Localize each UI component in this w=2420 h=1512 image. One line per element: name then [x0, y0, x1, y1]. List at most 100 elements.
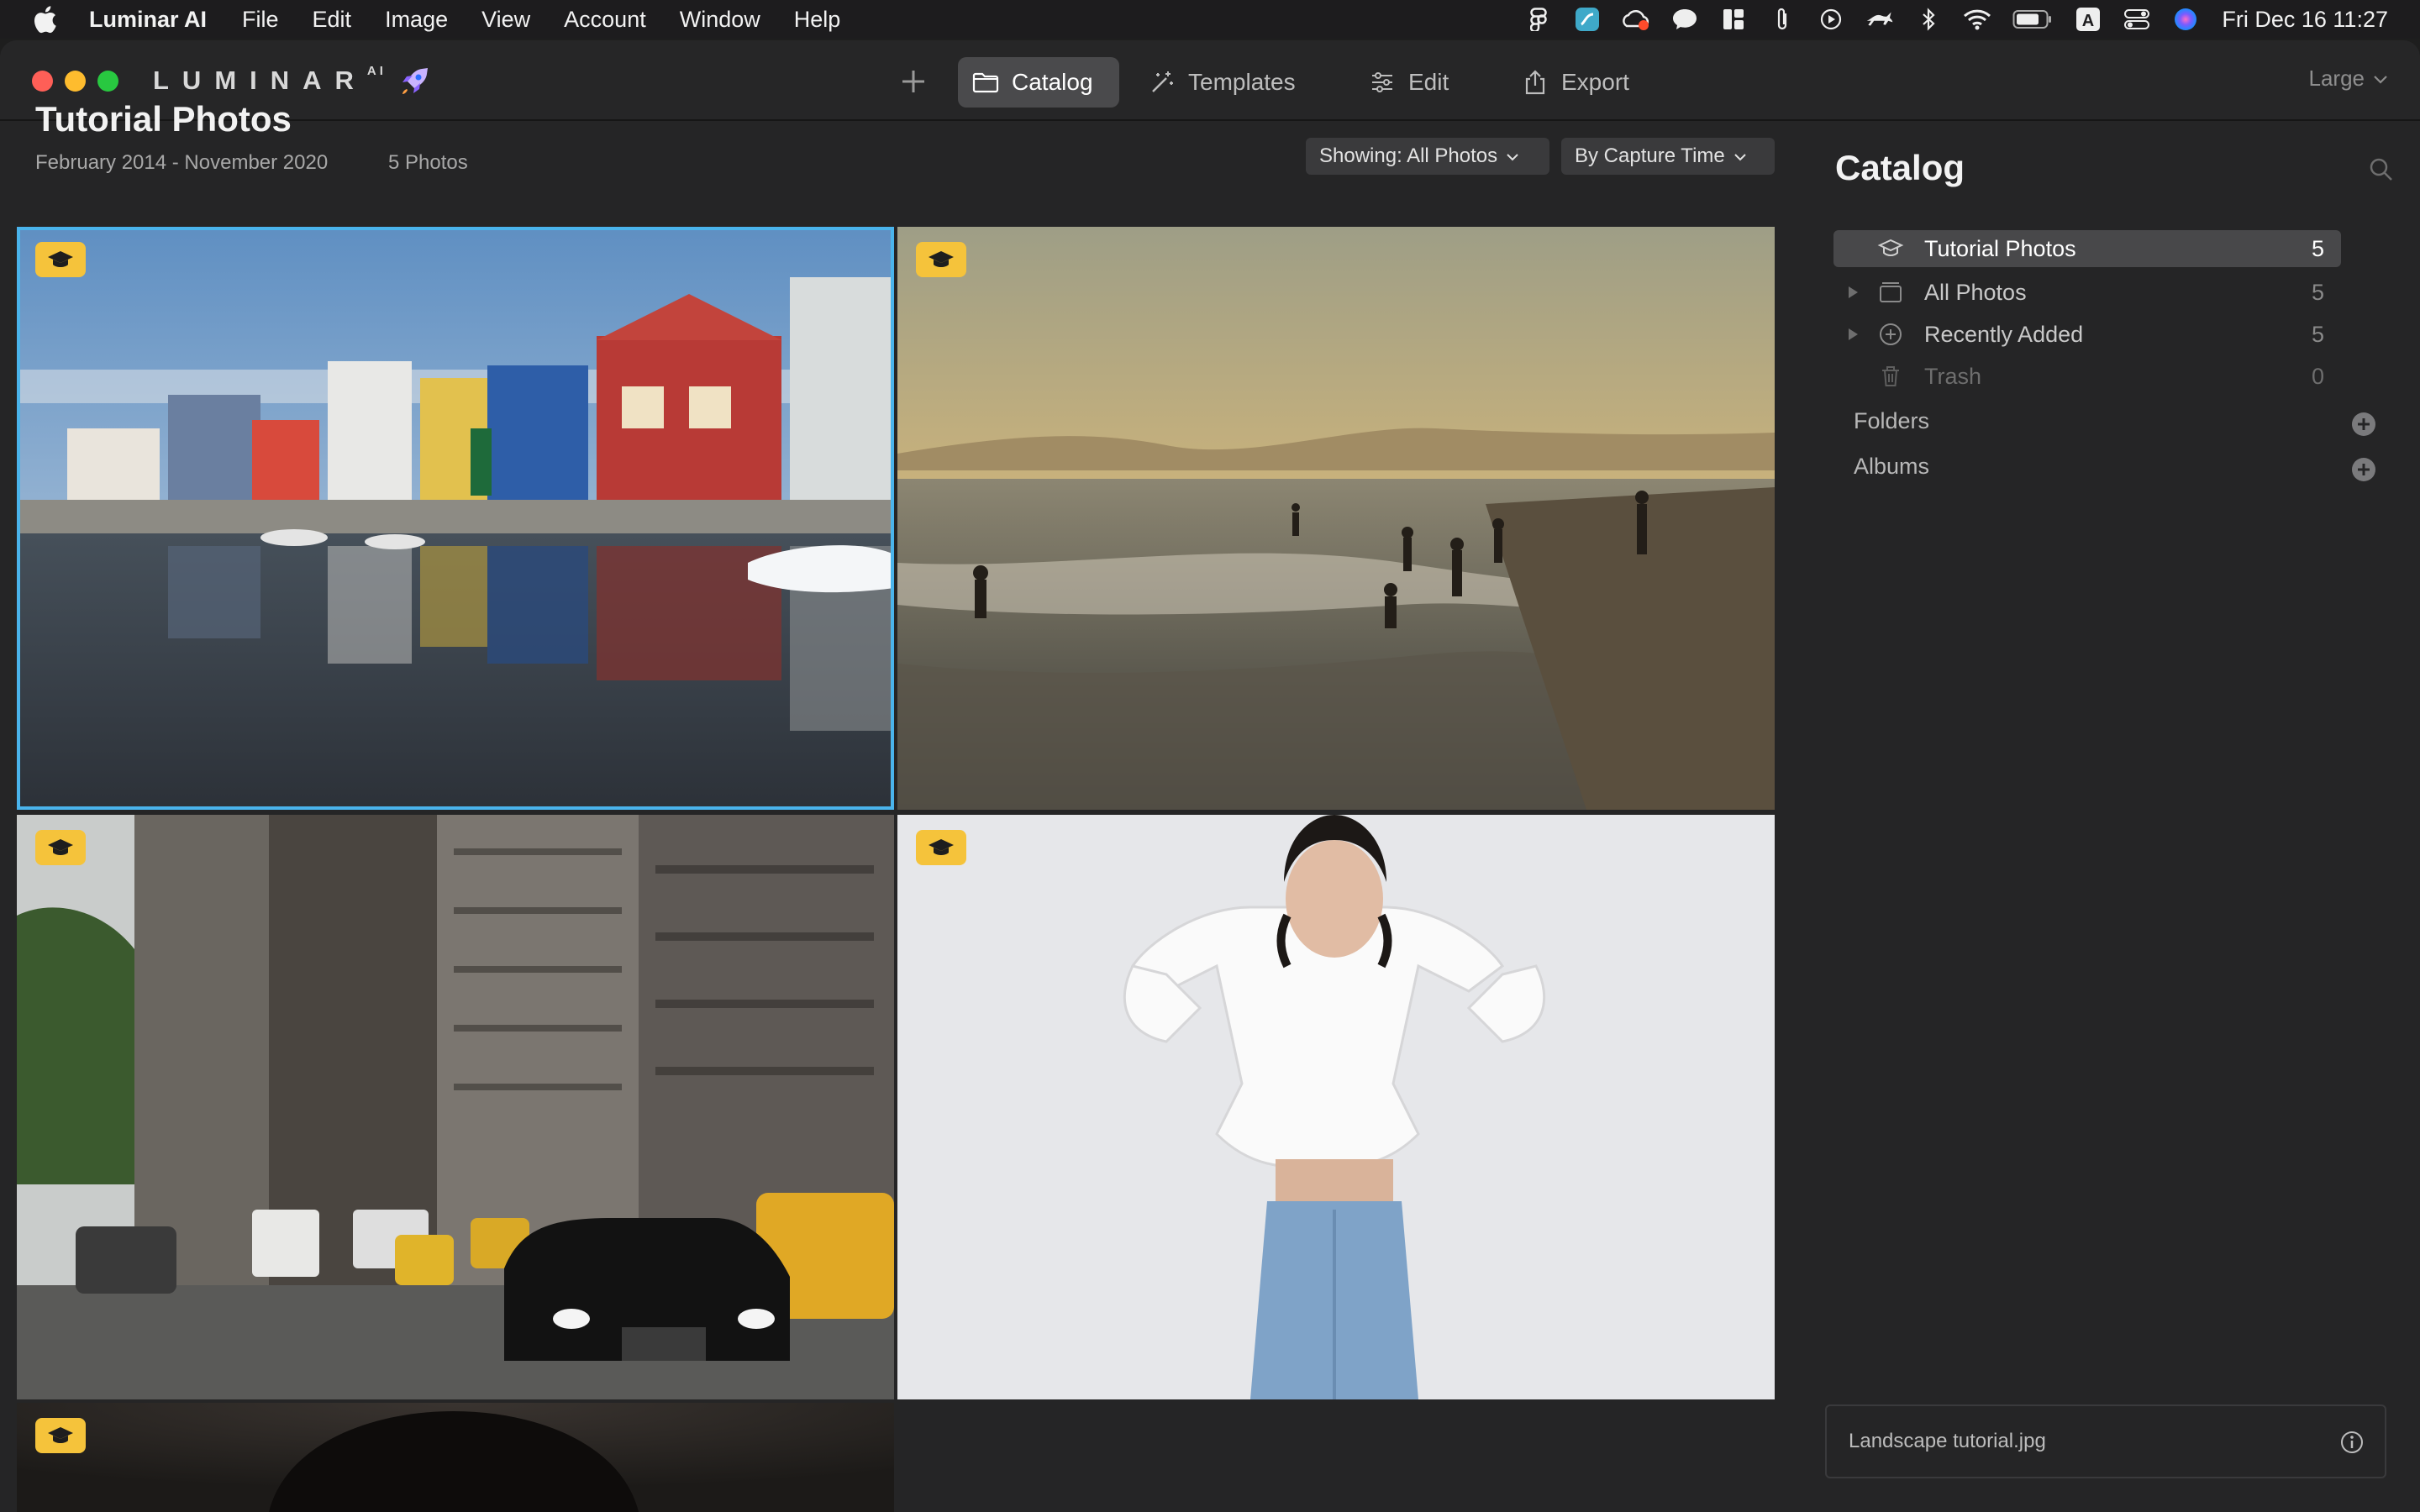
menu-app-name[interactable]: Luminar AI — [89, 7, 207, 33]
add-photos-button[interactable] — [896, 64, 931, 99]
trash-icon — [1882, 366, 1899, 386]
photo-thumbnail-city-street[interactable] — [17, 815, 894, 1399]
menu-help[interactable]: Help — [794, 7, 841, 33]
disclosure-triangle-icon[interactable] — [1847, 328, 1859, 341]
apple-icon[interactable] — [32, 5, 57, 34]
catalog-item-trash[interactable]: Trash 0 — [1833, 358, 2341, 395]
wifi-icon[interactable] — [1963, 7, 1991, 32]
filter-dropdown[interactable]: Showing: All Photos — [1306, 138, 1549, 175]
menu-window[interactable]: Window — [680, 7, 760, 33]
catalog-item-count: 5 — [2311, 321, 2324, 347]
thumbnail-size-value: Large — [2308, 66, 2365, 91]
photos-stack-icon — [1880, 282, 1902, 302]
catalog-item-label: Tutorial Photos — [1924, 235, 2076, 261]
catalog-item-count: 5 — [2311, 235, 2324, 261]
photo-thumbnail-beach[interactable] — [897, 227, 1775, 810]
battery-icon[interactable] — [2012, 7, 2054, 32]
add-circle-icon — [1880, 323, 1902, 345]
tab-templates[interactable]: Templates — [1134, 57, 1309, 108]
paperclip-icon[interactable] — [1768, 7, 1797, 32]
graduation-cap-icon — [1877, 239, 1904, 256]
tutorial-badge — [35, 242, 86, 277]
catalog-item-label: Trash — [1924, 363, 1982, 389]
section-folders[interactable]: Folders — [1854, 408, 1929, 434]
control-center-icon[interactable] — [2123, 7, 2151, 32]
file-info-box: Landscape tutorial.jpg — [1825, 1404, 2386, 1478]
catalog-item-count: 0 — [2311, 363, 2324, 389]
creative-cloud-icon[interactable] — [1622, 7, 1650, 32]
panel-title: Catalog — [1835, 148, 1965, 187]
search-icon[interactable] — [2368, 156, 2393, 181]
app-logo: LUMINARAI — [153, 63, 387, 96]
sort-dropdown[interactable]: By Capture Time — [1561, 138, 1775, 175]
menu-file[interactable]: File — [242, 7, 279, 33]
tab-catalog[interactable]: Catalog — [958, 57, 1119, 108]
graduation-cap-icon — [48, 839, 73, 855]
add-folder-button[interactable] — [2351, 412, 2376, 437]
catalog-item-count: 5 — [2311, 279, 2324, 305]
minimize-window-button[interactable] — [65, 71, 86, 92]
tab-templates-label: Templates — [1188, 69, 1296, 95]
menu-account[interactable]: Account — [564, 7, 646, 33]
keyboard-input-label: A — [2082, 12, 2094, 30]
chevron-down-icon — [2374, 75, 2387, 84]
graduation-cap-icon — [48, 251, 73, 267]
chevron-down-icon — [1507, 153, 1518, 160]
graduation-cap-icon — [929, 251, 954, 267]
city-street-photo — [17, 815, 894, 1399]
catalog-item-label: Recently Added — [1924, 321, 2084, 347]
siri-icon[interactable] — [2171, 7, 2200, 32]
magic-wand-icon — [1152, 71, 1173, 92]
title-bar: LUMINARAI Catalog Templates Edit Export — [0, 40, 2420, 121]
chevron-down-icon — [1734, 153, 1746, 160]
keyboard-input-icon[interactable]: A — [2074, 7, 2102, 32]
graduation-cap-icon — [48, 1427, 73, 1443]
menu-image[interactable]: Image — [385, 7, 448, 33]
menu-view[interactable]: View — [481, 7, 530, 33]
menu-edit[interactable]: Edit — [313, 7, 352, 33]
figma-icon[interactable] — [1524, 7, 1553, 32]
layout-icon[interactable] — [1719, 7, 1748, 32]
thumbnail-size-select[interactable]: Large — [2309, 66, 2389, 92]
rocket-icon[interactable] — [397, 64, 432, 99]
filter-dropdown-label: Showing: All Photos — [1319, 144, 1498, 167]
date-range: February 2014 - November 2020 — [35, 151, 329, 174]
photo-count: 5 Photos — [388, 151, 468, 174]
zoom-window-button[interactable] — [97, 71, 118, 92]
bluetooth-icon[interactable] — [1914, 7, 1943, 32]
menu-bar: Luminar AI File Edit Image View Account … — [0, 0, 2420, 39]
tutorial-badge — [916, 242, 966, 277]
info-icon[interactable] — [2339, 1430, 2365, 1455]
folder-icon — [972, 72, 999, 93]
catalog-item-tutorial-photos[interactable]: Tutorial Photos 5 — [1833, 230, 2341, 267]
photo-thumbnail-houses[interactable] — [17, 227, 894, 810]
menu-clock[interactable]: Fri Dec 16 11:27 — [2222, 7, 2388, 33]
tab-export[interactable]: Export — [1507, 57, 1643, 108]
status-area: A Fri Dec 16 11:27 — [1504, 0, 2388, 39]
disclosure-triangle-icon[interactable] — [1847, 286, 1859, 299]
catalog-item-label: All Photos — [1924, 279, 2027, 305]
sort-dropdown-label: By Capture Time — [1575, 144, 1725, 167]
beach-photo — [897, 227, 1775, 810]
photo-thumbnail-portrait[interactable] — [897, 815, 1775, 1399]
catalog-item-all-photos[interactable]: All Photos 5 — [1833, 274, 2341, 311]
share-icon — [1525, 70, 1545, 95]
selected-file-name: Landscape tutorial.jpg — [1849, 1430, 2046, 1452]
close-window-button[interactable] — [32, 71, 53, 92]
tab-export-label: Export — [1561, 69, 1629, 95]
tab-edit[interactable]: Edit — [1355, 57, 1462, 108]
play-circle-icon[interactable] — [1817, 7, 1845, 32]
tab-edit-label: Edit — [1408, 69, 1449, 95]
tab-catalog-label: Catalog — [1012, 69, 1093, 95]
catalog-item-recently-added[interactable]: Recently Added 5 — [1833, 316, 2341, 353]
animal-icon[interactable] — [1865, 7, 1894, 32]
photo-thumbnail-dark-portrait[interactable] — [17, 1403, 894, 1512]
houses-photo — [17, 227, 894, 810]
app-status-icon[interactable] — [1573, 7, 1602, 32]
add-album-button[interactable] — [2351, 457, 2376, 482]
section-albums[interactable]: Albums — [1854, 454, 1929, 480]
portrait-photo — [897, 815, 1775, 1399]
dark-portrait-photo — [17, 1403, 894, 1512]
messages-icon[interactable] — [1670, 7, 1699, 32]
logo-superscript: AI — [366, 63, 387, 78]
